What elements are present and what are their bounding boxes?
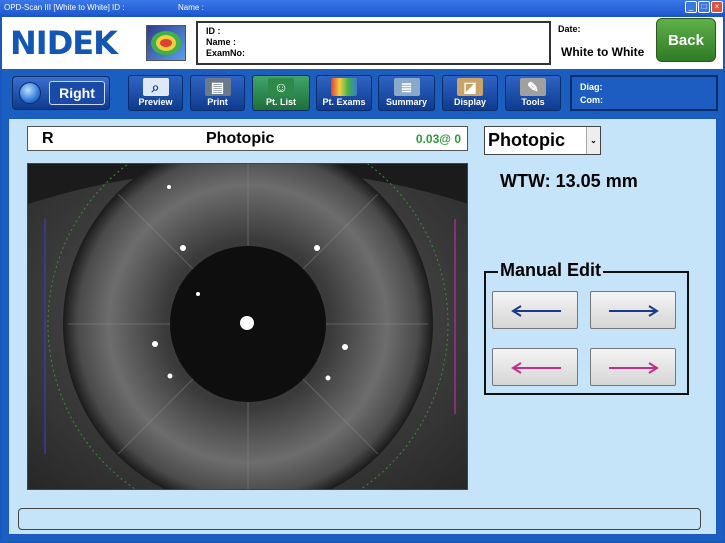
image-header: R Photopic 0.03@ 0 (27, 126, 468, 151)
wtw-measurement: WTW: 13.05 mm (500, 171, 638, 191)
window-controls: _ □ × (685, 1, 723, 13)
eye-indicator: R (42, 130, 54, 147)
eye-selector-label: Right (49, 81, 105, 105)
summary-button[interactable]: ≣ Summary (378, 75, 435, 111)
window-name-label: Name : (178, 3, 204, 12)
manual-edit-title: Manual Edit (498, 260, 604, 281)
right-edge-move-left-button[interactable] (492, 348, 578, 386)
name-label: Name : (206, 37, 237, 47)
patient-list-button[interactable]: ☺ Pt. List (252, 75, 310, 111)
left-edge-move-right-button[interactable] (590, 291, 676, 329)
display-chart-icon: ◪ (457, 78, 483, 96)
exam-thumbnails-icon (331, 78, 357, 96)
id-label: ID : (206, 26, 221, 36)
mode-select[interactable]: Photopic ⌄ (484, 126, 601, 155)
diagnosis-comment-box: Diag: Com: (570, 75, 718, 111)
display-button[interactable]: ◪ Display (442, 75, 498, 111)
tools-icon: ✎ (520, 78, 546, 96)
patient-exams-button[interactable]: Pt. Exams (316, 75, 372, 111)
image-mode-label: Photopic (206, 130, 275, 147)
topography-map-icon (146, 25, 186, 61)
chevron-down-icon[interactable]: ⌄ (586, 127, 600, 154)
preview-button[interactable]: ⌕ Preview (128, 75, 183, 111)
date-label: Date: (558, 24, 581, 34)
maximize-icon[interactable]: □ (698, 1, 710, 13)
exam-type: White to White (561, 45, 645, 59)
back-button[interactable]: Back (656, 18, 716, 62)
patient-info-box: ID : Name : ExamNo: (196, 21, 551, 65)
arrow-left-icon (511, 362, 561, 374)
window-title: OPD-Scan III [White to White] ID : (4, 3, 125, 12)
minimize-icon[interactable]: _ (685, 1, 697, 13)
eye-orb-icon (19, 82, 41, 104)
eye-selector-button[interactable]: Right (12, 76, 110, 110)
left-edge-move-left-button[interactable] (492, 291, 578, 329)
print-button[interactable]: ▤ Print (190, 75, 245, 111)
arrow-left-icon (511, 305, 561, 317)
right-edge-move-right-button[interactable] (590, 348, 676, 386)
tools-button[interactable]: ✎ Tools (505, 75, 561, 111)
diag-label: Diag: (580, 82, 603, 92)
close-icon[interactable]: × (711, 1, 723, 13)
eye-photo (28, 164, 467, 489)
examno-label: ExamNo: (206, 48, 246, 58)
pupil-value: 0.03@ 0 (415, 132, 461, 146)
arrow-right-icon (609, 305, 659, 317)
window-titlebar: OPD-Scan III [White to White] ID : Name … (0, 0, 725, 15)
status-bar (18, 508, 701, 530)
eye-image-viewer[interactable] (27, 163, 468, 490)
magnifier-icon: ⌕ (142, 78, 169, 96)
nidek-logo: NIDEK (10, 24, 118, 62)
printer-icon: ▤ (204, 78, 231, 96)
summary-sheet-icon: ≣ (393, 78, 420, 96)
com-label: Com: (580, 95, 603, 105)
arrow-right-icon (609, 362, 659, 374)
person-icon: ☺ (268, 78, 294, 96)
mode-select-value: Photopic (488, 130, 565, 150)
